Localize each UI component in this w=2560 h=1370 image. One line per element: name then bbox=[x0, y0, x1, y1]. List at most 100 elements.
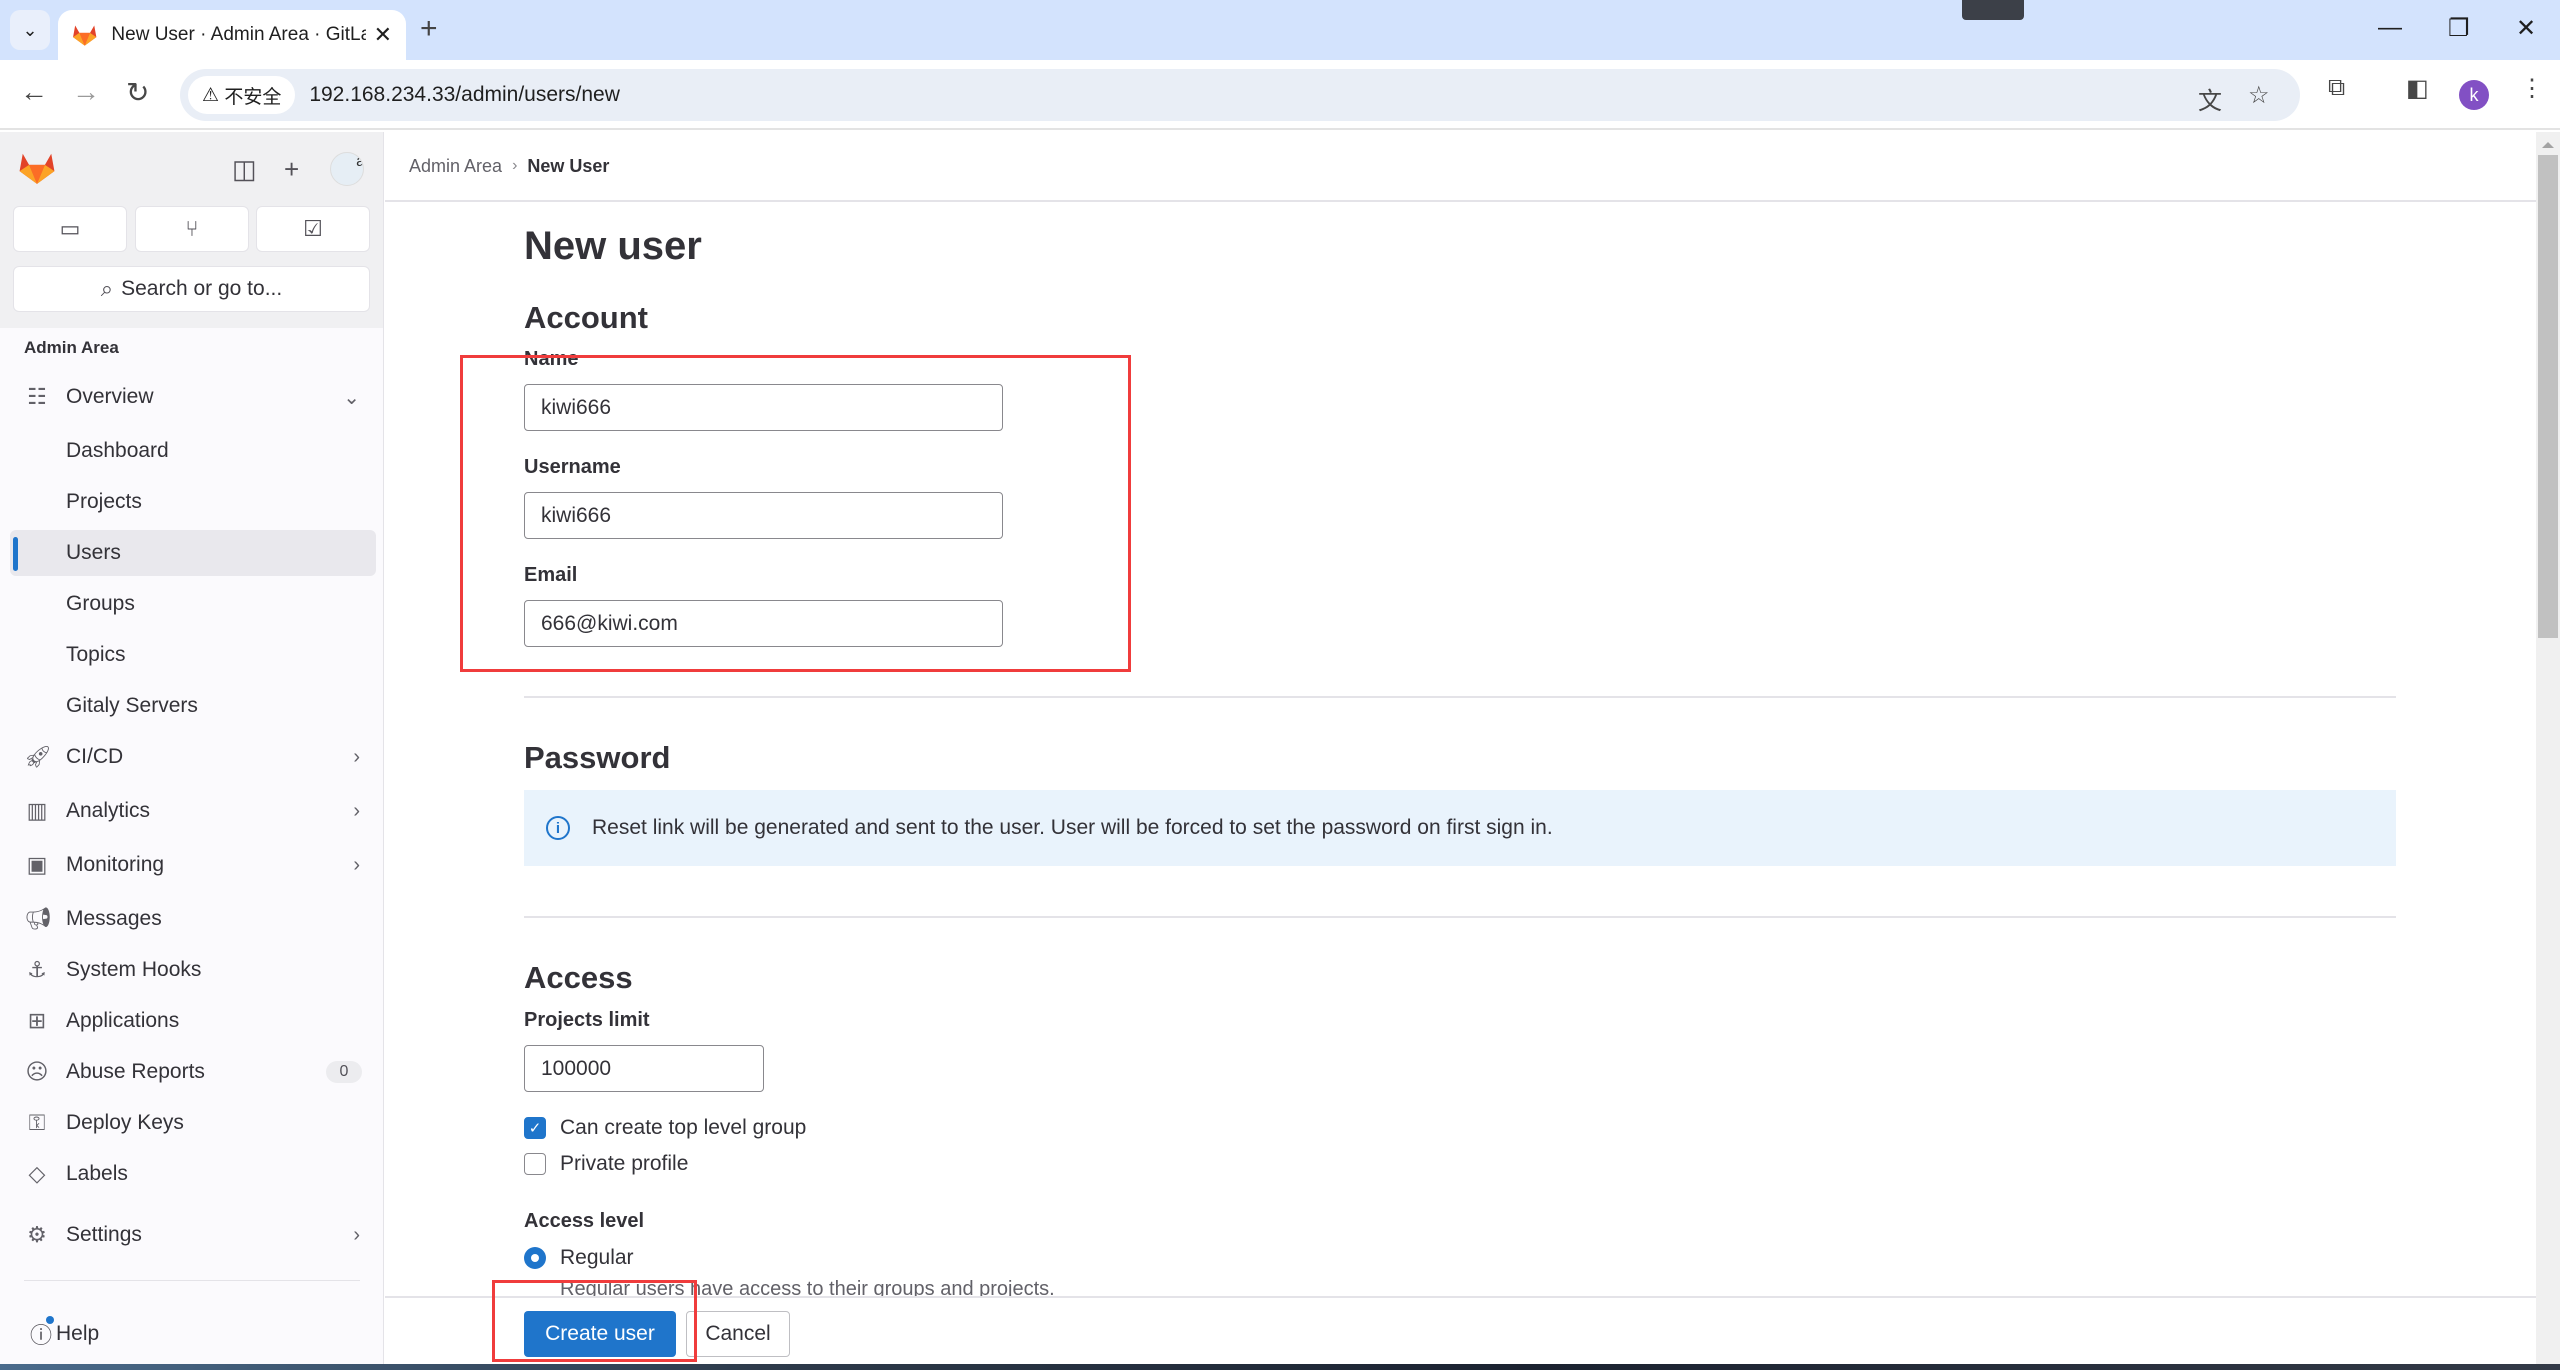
checkbox-unchecked-icon[interactable] bbox=[524, 1153, 546, 1175]
access-heading: Access bbox=[524, 960, 633, 995]
access-level-label: Access level bbox=[524, 1210, 645, 1232]
account-heading: Account bbox=[524, 300, 648, 335]
sidebar-item-system-hooks[interactable]: ⚓︎ System Hooks bbox=[10, 947, 376, 993]
chevron-right-icon: › bbox=[353, 745, 360, 768]
sidebar-item-topics[interactable]: Topics bbox=[10, 632, 376, 678]
chevron-down-icon: ⌄ bbox=[343, 386, 360, 409]
scroll-up-icon[interactable] bbox=[2542, 142, 2554, 148]
minimize-icon[interactable]: — bbox=[2378, 14, 2402, 42]
todo-checkbox-icon: ☑ bbox=[303, 216, 323, 241]
label-icon: ◇ bbox=[28, 1161, 46, 1186]
sidebar-item-dashboard[interactable]: Dashboard bbox=[10, 428, 376, 474]
main-content: Admin Area › New User New user Account N… bbox=[385, 132, 2536, 1370]
sidebar-item-labels[interactable]: ◇ Labels bbox=[10, 1151, 376, 1197]
reload-icon[interactable]: ↻ bbox=[126, 76, 149, 109]
sidebar: ◫ + a ▭ ⑂ ☑ ⌕Search or go to... Admin Ar… bbox=[0, 132, 384, 1370]
sidebar-item-abuse-reports[interactable]: ☹ Abuse Reports 0 bbox=[10, 1049, 376, 1095]
merge-requests-button[interactable]: ⑂ bbox=[135, 206, 249, 252]
section-divider bbox=[524, 916, 2396, 918]
sidebar-section-title: Admin Area bbox=[24, 338, 119, 357]
email-label: Email bbox=[524, 564, 578, 586]
radio-selected-icon[interactable] bbox=[524, 1247, 546, 1269]
sidebar-item-deploy-keys[interactable]: ⚿ Deploy Keys bbox=[10, 1100, 376, 1146]
sidebar-item-analytics[interactable]: ▥ Analytics › bbox=[10, 788, 376, 834]
help-button[interactable]: ⓘ Help bbox=[30, 1316, 99, 1350]
sidebar-item-monitoring[interactable]: ▣ Monitoring › bbox=[10, 842, 376, 888]
apps-icon: ⊞ bbox=[27, 1008, 47, 1033]
collapse-sidebar-icon[interactable]: ◫ bbox=[232, 154, 257, 185]
warning-icon: ⚠ bbox=[202, 84, 225, 106]
back-icon[interactable]: ← bbox=[20, 76, 48, 108]
create-new-icon[interactable]: + bbox=[284, 154, 299, 185]
password-info-text: Reset link will be generated and sent to… bbox=[592, 816, 1553, 839]
email-input[interactable] bbox=[524, 600, 1003, 647]
projects-limit-label: Projects limit bbox=[524, 1009, 650, 1031]
new-tab-icon[interactable]: + bbox=[420, 12, 438, 46]
checkbox-checked-icon[interactable]: ✓ bbox=[524, 1117, 546, 1139]
sidebar-item-users[interactable]: Users bbox=[10, 530, 376, 576]
access-level-regular-radio[interactable]: Regular bbox=[524, 1246, 634, 1270]
can-create-group-checkbox[interactable]: ✓ Can create top level group bbox=[524, 1116, 806, 1140]
megaphone-icon: 📢︎ bbox=[24, 906, 52, 931]
todos-button[interactable]: ☑ bbox=[256, 206, 370, 252]
forward-icon[interactable]: → bbox=[72, 76, 100, 108]
notification-dot bbox=[46, 1316, 55, 1324]
chevron-right-icon: › bbox=[353, 1223, 360, 1246]
key-icon: ⚿ bbox=[28, 1110, 46, 1135]
cancel-button[interactable]: Cancel bbox=[686, 1311, 790, 1357]
password-heading: Password bbox=[524, 740, 671, 775]
search-button[interactable]: ⌕ Search or go to... bbox=[13, 266, 370, 312]
username-input[interactable] bbox=[524, 492, 1003, 539]
sidebar-item-gitaly-servers[interactable]: Gitaly Servers bbox=[10, 683, 376, 729]
more-menu-icon[interactable]: ⋮ bbox=[2520, 74, 2544, 103]
merge-request-icon: ⑂ bbox=[185, 216, 199, 241]
monitor-icon: ▣ bbox=[26, 852, 48, 877]
bookmark-star-icon[interactable]: ☆ bbox=[2248, 81, 2270, 110]
chevron-right-icon: › bbox=[353, 853, 360, 876]
user-avatar[interactable]: a bbox=[330, 152, 364, 186]
extensions-icon[interactable]: ⧉ bbox=[2328, 74, 2345, 102]
profile-avatar[interactable]: k bbox=[2459, 80, 2489, 110]
anchor-icon: ⚓︎ bbox=[27, 957, 47, 982]
restore-icon[interactable]: ❐ bbox=[2448, 14, 2470, 43]
issues-button[interactable]: ▭ bbox=[13, 206, 127, 252]
gear-icon: ⚙ bbox=[27, 1222, 47, 1247]
browser-tabstrip: ⌄ New User · Admin Area · GitLab ✕ + — ❐… bbox=[0, 0, 2560, 60]
url-text: 192.168.234.33/admin/users/new bbox=[309, 83, 620, 106]
sidebar-item-messages[interactable]: 📢︎ Messages bbox=[10, 896, 376, 942]
breadcrumb-admin-area[interactable]: Admin Area bbox=[409, 156, 502, 177]
projects-limit-input[interactable] bbox=[524, 1045, 764, 1092]
sad-face-icon: ☹ bbox=[25, 1059, 49, 1084]
page-title: New user bbox=[524, 224, 702, 268]
tab-search-button[interactable]: ⌄ bbox=[10, 10, 50, 50]
breadcrumb-separator-icon: › bbox=[512, 157, 518, 174]
form-actions: Create user Cancel bbox=[385, 1296, 2536, 1370]
close-window-icon[interactable]: ✕ bbox=[2516, 14, 2536, 43]
sidebar-item-cicd[interactable]: 🚀︎ CI/CD › bbox=[10, 734, 376, 780]
page-scrollbar[interactable] bbox=[2536, 132, 2560, 1370]
name-input[interactable] bbox=[524, 384, 1003, 431]
create-user-button[interactable]: Create user bbox=[524, 1311, 676, 1357]
translate-icon[interactable]: ⽂ bbox=[2198, 81, 2222, 116]
sidebar-item-overview[interactable]: ☷ Overview ⌄ bbox=[10, 374, 376, 420]
sidebar-item-settings[interactable]: ⚙ Settings › bbox=[10, 1212, 376, 1258]
address-bar[interactable]: ⚠ 不安全 192.168.234.33/admin/users/new ⽂ ☆ bbox=[180, 69, 2300, 121]
password-info-alert: i Reset link will be generated and sent … bbox=[524, 790, 2396, 866]
gitlab-favicon-icon bbox=[73, 25, 97, 46]
breadcrumb-current[interactable]: New User bbox=[527, 156, 609, 177]
security-chip[interactable]: ⚠ 不安全 bbox=[188, 76, 296, 114]
sidebar-item-projects[interactable]: Projects bbox=[10, 479, 376, 525]
side-panel-icon[interactable]: ◧ bbox=[2406, 74, 2429, 103]
sidebar-item-applications[interactable]: ⊞ Applications bbox=[10, 998, 376, 1044]
gitlab-logo-icon[interactable] bbox=[18, 150, 56, 186]
chart-icon: ▥ bbox=[26, 798, 48, 823]
rocket-icon: 🚀︎ bbox=[24, 744, 52, 769]
browser-tab[interactable]: New User · Admin Area · GitLab ✕ bbox=[58, 10, 406, 60]
close-tab-icon[interactable]: ✕ bbox=[374, 22, 392, 48]
browser-toolbar: ← → ↻ ⚠ 不安全 192.168.234.33/admin/users/n… bbox=[0, 60, 2560, 130]
scrollbar-thumb[interactable] bbox=[2538, 155, 2558, 638]
chevron-right-icon: › bbox=[353, 799, 360, 822]
sidebar-item-groups[interactable]: Groups bbox=[10, 581, 376, 627]
breadcrumb: Admin Area › New User bbox=[385, 132, 2536, 202]
private-profile-checkbox[interactable]: Private profile bbox=[524, 1152, 688, 1176]
